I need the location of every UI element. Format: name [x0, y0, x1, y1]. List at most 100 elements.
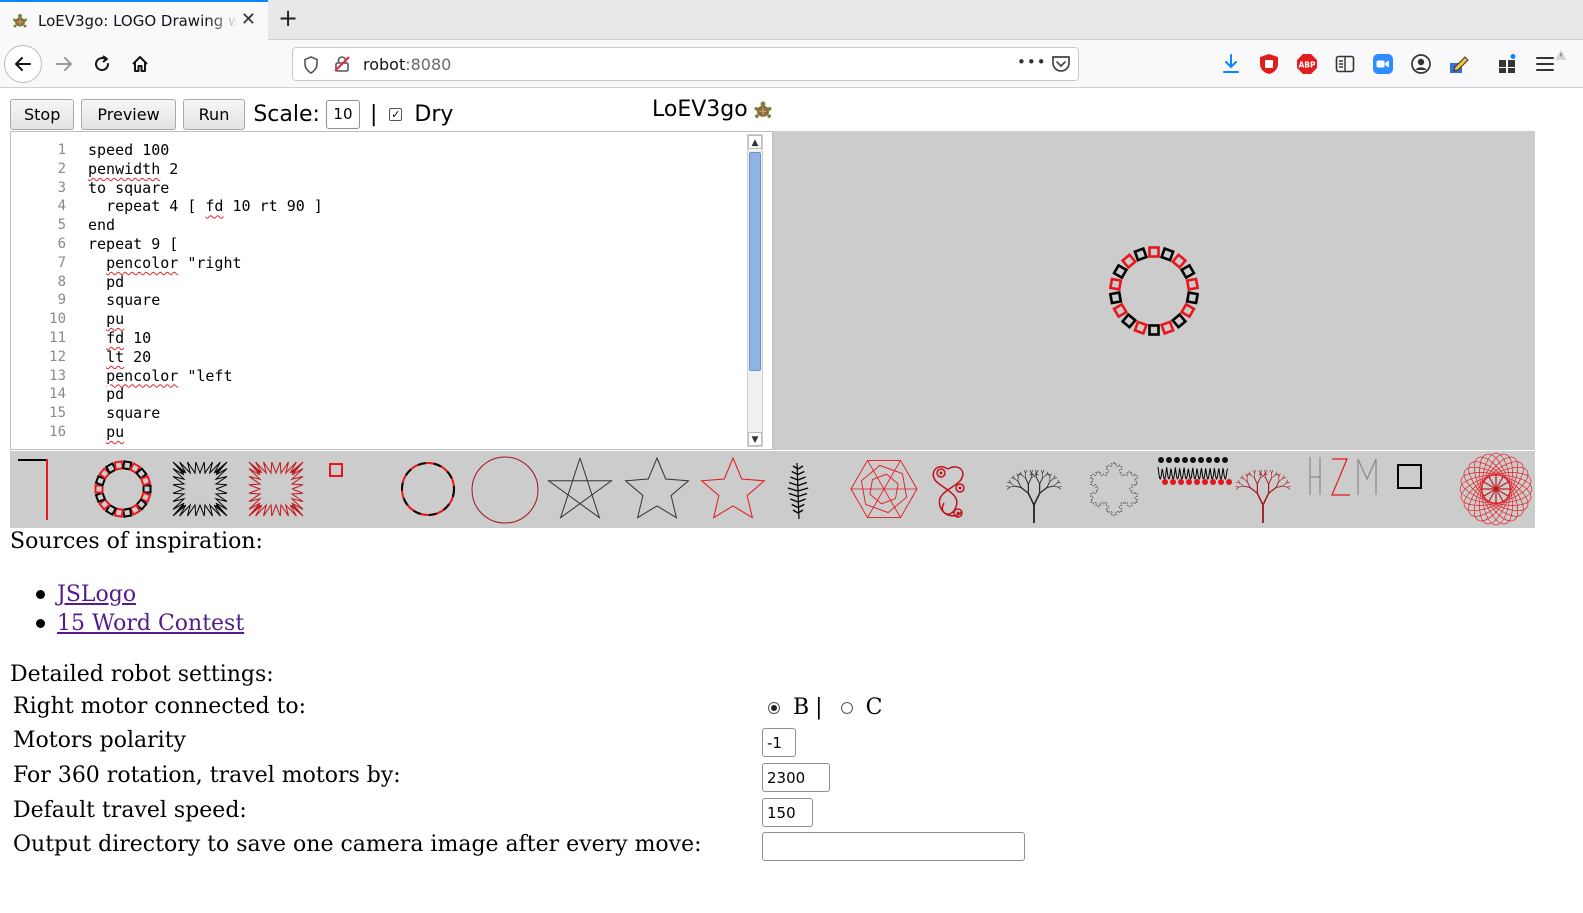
- tree-branch: [1256, 493, 1264, 506]
- scroll-up-icon[interactable]: ▲: [748, 135, 762, 149]
- tree-branch: [1025, 477, 1029, 485]
- code-line[interactable]: fd 10: [88, 329, 151, 348]
- tree-branch: [1287, 486, 1291, 488]
- rotation-input[interactable]: 2300: [762, 763, 830, 792]
- example-rosette[interactable]: [1458, 451, 1535, 527]
- pocket-icon[interactable]: [1051, 55, 1071, 77]
- code-line[interactable]: pencolor "right: [88, 254, 241, 273]
- ublock-icon[interactable]: [1257, 52, 1281, 76]
- example-tree-red[interactable]: [1235, 469, 1291, 523]
- output-dir-input[interactable]: [762, 832, 1025, 861]
- example-fern[interactable]: [787, 462, 809, 520]
- code-line[interactable]: pu: [88, 423, 124, 442]
- code-line[interactable]: pencolor "left: [88, 367, 232, 386]
- scroll-down-icon[interactable]: ▼: [748, 432, 762, 446]
- radio-c[interactable]: [840, 701, 853, 714]
- code-token: 9: [151, 235, 161, 253]
- drawn-square: [1179, 263, 1196, 280]
- code-line[interactable]: square: [88, 404, 160, 423]
- thumb-square: [121, 507, 133, 518]
- tree-branch: [1049, 478, 1054, 482]
- url-text[interactable]: robot:8080: [363, 55, 451, 74]
- example-letters[interactable]: [1309, 457, 1377, 496]
- drawing-canvas[interactable]: [773, 131, 1535, 450]
- example-dotted-wave[interactable]: [1157, 457, 1232, 485]
- word-contest-link[interactable]: 15 Word Contest: [57, 611, 244, 636]
- example-tree-black[interactable]: [1006, 469, 1062, 523]
- stop-button[interactable]: Stop: [10, 98, 75, 130]
- example-hexagon-pattern[interactable]: [850, 459, 918, 519]
- radio-b[interactable]: [768, 701, 780, 714]
- scroll-thumb[interactable]: [749, 152, 761, 371]
- tree-branch: [1250, 474, 1255, 479]
- reader-view-icon[interactable]: [1333, 52, 1357, 76]
- forward-button[interactable]: [44, 44, 84, 84]
- example-zigzag-black[interactable]: [172, 461, 228, 517]
- example-small-square[interactable]: [329, 463, 343, 477]
- close-tab-icon[interactable]: ✕: [241, 11, 256, 29]
- code-line[interactable]: speed 100: [88, 141, 169, 160]
- browser-tab-bar: LoEV3go: LOGO Drawing with EV3 ✕ +: [0, 0, 1583, 40]
- page-actions-menu[interactable]: •••: [1017, 53, 1047, 71]
- reload-button[interactable]: [82, 44, 122, 84]
- jslogo-link[interactable]: JSLogo: [57, 582, 136, 607]
- example-star-outline[interactable]: [624, 456, 690, 519]
- code-line[interactable]: repeat 9 [: [88, 235, 178, 254]
- example-star-black[interactable]: [547, 457, 613, 520]
- fern-leaf: [792, 465, 804, 470]
- polarity-input[interactable]: -1: [762, 728, 796, 757]
- code-line[interactable]: pd: [88, 273, 124, 292]
- downloads-icon[interactable]: [1219, 52, 1243, 76]
- tree-branch: [1014, 478, 1019, 482]
- code-line[interactable]: to square: [88, 179, 169, 198]
- zoom-video-icon[interactable]: [1371, 52, 1395, 76]
- code-line[interactable]: repeat 4 [ fd 10 rt 90 ]: [88, 197, 323, 216]
- code-line[interactable]: penwidth 2: [88, 160, 178, 179]
- home-button[interactable]: [120, 44, 160, 84]
- example-spirals[interactable]: [932, 466, 965, 518]
- preview-button[interactable]: Preview: [81, 98, 176, 130]
- example-gallery: [10, 451, 1535, 528]
- example-circle[interactable]: [471, 456, 539, 524]
- code-editor[interactable]: 1 speed 100 2 penwidth 2 3 to square 4 repeat …: [10, 131, 773, 450]
- example-koch-snowflake[interactable]: [1089, 461, 1139, 517]
- browser-tab[interactable]: LoEV3go: LOGO Drawing with EV3 ✕: [0, 0, 268, 40]
- tree-branch: [1258, 469, 1261, 474]
- url-bar[interactable]: robot:8080 •••: [292, 47, 1079, 81]
- code-line[interactable]: pd: [88, 385, 124, 404]
- code-line[interactable]: lt 20: [88, 348, 151, 367]
- dry-checkbox[interactable]: ✓: [389, 107, 403, 121]
- scale-input[interactable]: 10: [325, 99, 360, 129]
- wave-dot: [1198, 457, 1204, 463]
- example-square-ring[interactable]: [94, 460, 152, 518]
- example-square[interactable]: [1397, 464, 1422, 489]
- example-star-red[interactable]: [700, 456, 766, 519]
- new-tab-button[interactable]: +: [276, 6, 300, 30]
- adblock-plus-icon[interactable]: ABP: [1295, 52, 1319, 76]
- shield-icon[interactable]: [303, 56, 319, 78]
- example-zigzag-red[interactable]: [248, 461, 304, 517]
- example-corner-line[interactable]: [18, 459, 48, 520]
- tree-branch: [1021, 474, 1026, 479]
- back-button[interactable]: [4, 45, 42, 83]
- code-line[interactable]: pu: [88, 310, 124, 329]
- drawn-square: [1148, 246, 1160, 258]
- editor-scrollbar[interactable]: ▲ ▼: [747, 134, 763, 447]
- wave-dot: [1182, 457, 1188, 463]
- code-line[interactable]: square: [88, 291, 160, 310]
- run-button[interactable]: Run: [182, 98, 246, 130]
- speed-input[interactable]: 150: [762, 798, 813, 827]
- tree-branch: [1042, 474, 1047, 479]
- insecure-lock-icon[interactable]: [333, 55, 351, 77]
- drawn-square: [1120, 252, 1138, 270]
- account-icon[interactable]: [1409, 52, 1433, 76]
- tree-branch: [1042, 469, 1045, 474]
- extension-pencil-icon[interactable]: [1447, 52, 1471, 76]
- example-dashed-circle[interactable]: [401, 462, 455, 516]
- extensions-puzzle-icon[interactable]: [1495, 52, 1519, 76]
- code-line[interactable]: end: [88, 216, 115, 235]
